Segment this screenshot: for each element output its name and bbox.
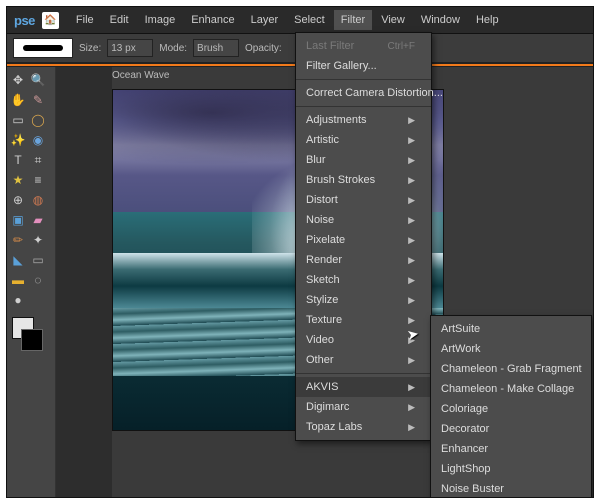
akvis-item-lightshop[interactable]: LightShop	[431, 459, 591, 479]
lasso-tool[interactable]: ◯	[29, 111, 47, 129]
cookie-cutter[interactable]: ★	[9, 171, 27, 189]
tool-panel: ✥🔍✋✎▭◯✨◉T⌗★≡⊕◍▣▰✏✦◣▭▬◌●	[7, 67, 56, 497]
filter-item-render[interactable]: Render▶	[296, 250, 431, 270]
eraser-tool[interactable]: ▰	[29, 211, 47, 229]
type-tool[interactable]: T	[9, 151, 27, 169]
eyedropper-tool[interactable]: ✎	[29, 91, 47, 109]
filter-item-sketch[interactable]: Sketch▶	[296, 270, 431, 290]
submenu-arrow-icon: ▶	[408, 235, 415, 246]
menu-enhance[interactable]: Enhance	[184, 10, 241, 30]
mode-label: Mode:	[159, 43, 187, 54]
submenu-arrow-icon: ▶	[408, 215, 415, 226]
filter-item-distort[interactable]: Distort▶	[296, 190, 431, 210]
submenu-arrow-icon: ▶	[408, 335, 415, 346]
filter-item-stylize[interactable]: Stylize▶	[296, 290, 431, 310]
menu-help[interactable]: Help	[469, 10, 506, 30]
mode-field[interactable]: Brush	[193, 39, 239, 57]
filter-item-pixelate[interactable]: Pixelate▶	[296, 230, 431, 250]
healing-tool[interactable]: ◍	[29, 191, 47, 209]
submenu-arrow-icon: ▶	[408, 135, 415, 146]
submenu-arrow-icon: ▶	[408, 175, 415, 186]
opacity-label: Opacity:	[245, 43, 282, 54]
filter-item-artistic[interactable]: Artistic▶	[296, 130, 431, 150]
selection-brush[interactable]: ◉	[29, 131, 47, 149]
submenu-arrow-icon: ▶	[408, 355, 415, 366]
filter-item-akvis[interactable]: AKVIS▶	[296, 377, 431, 397]
gradient-tool[interactable]: ▭	[29, 251, 47, 269]
shape-tool[interactable]: ▬	[9, 271, 27, 289]
filter-item-last-filter: Last FilterCtrl+F	[296, 36, 431, 56]
submenu-arrow-icon: ▶	[408, 195, 415, 206]
submenu-arrow-icon: ▶	[408, 295, 415, 306]
move-tool[interactable]: ✥	[9, 71, 27, 89]
brush-tool[interactable]: ✏	[9, 231, 27, 249]
akvis-item-decorator[interactable]: Decorator	[431, 419, 591, 439]
size-field[interactable]: 13 px	[107, 39, 153, 57]
submenu-arrow-icon: ▶	[408, 422, 415, 433]
filter-menu-dropdown: Last FilterCtrl+FFilter Gallery... Correc…	[295, 32, 432, 441]
filter-item-topaz-labs[interactable]: Topaz Labs▶	[296, 417, 431, 437]
menubar: FileEditImageEnhanceLayerSelectFilterVie…	[69, 10, 506, 30]
filter-item-brush-strokes[interactable]: Brush Strokes▶	[296, 170, 431, 190]
app-window: pse 🏠 FileEditImageEnhanceLayerSelectFil…	[6, 6, 594, 498]
menu-file[interactable]: File	[69, 10, 101, 30]
menu-select[interactable]: Select	[287, 10, 332, 30]
menu-window[interactable]: Window	[414, 10, 467, 30]
filter-item-correct-camera-distortion-[interactable]: Correct Camera Distortion...	[296, 83, 431, 103]
bg-swatch[interactable]	[21, 329, 43, 351]
submenu-arrow-icon: ▶	[408, 275, 415, 286]
blur-tool[interactable]: ◌	[29, 271, 47, 289]
size-label: Size:	[79, 43, 101, 54]
straighten-tool[interactable]: ≡	[29, 171, 47, 189]
app-logo: pse	[11, 13, 38, 28]
akvis-item-artwork[interactable]: ArtWork	[431, 339, 591, 359]
wand-tool[interactable]: ✨	[9, 131, 27, 149]
submenu-arrow-icon: ▶	[408, 115, 415, 126]
akvis-item-chameleon-make-collage[interactable]: Chameleon - Make Collage	[431, 379, 591, 399]
submenu-arrow-icon: ▶	[408, 255, 415, 266]
menu-image[interactable]: Image	[138, 10, 183, 30]
menu-layer[interactable]: Layer	[244, 10, 286, 30]
crop-tool[interactable]: ⌗	[29, 151, 47, 169]
submenu-arrow-icon: ▶	[408, 315, 415, 326]
submenu-arrow-icon: ▶	[408, 155, 415, 166]
menu-filter[interactable]: Filter	[334, 10, 372, 30]
akvis-item-coloriage[interactable]: Coloriage	[431, 399, 591, 419]
filter-item-blur[interactable]: Blur▶	[296, 150, 431, 170]
document-tab[interactable]: Ocean Wave	[112, 70, 169, 81]
filter-item-adjustments[interactable]: Adjustments▶	[296, 110, 431, 130]
smart-brush[interactable]: ✦	[29, 231, 47, 249]
akvis-submenu: ArtSuiteArtWorkChameleon - Grab Fragment…	[430, 315, 592, 498]
zoom-tool[interactable]: 🔍	[29, 71, 47, 89]
menu-edit[interactable]: Edit	[103, 10, 136, 30]
marquee-tool[interactable]: ▭	[9, 111, 27, 129]
akvis-item-artsuite[interactable]: ArtSuite	[431, 319, 591, 339]
sponge-tool[interactable]: ●	[9, 291, 27, 309]
titlebar: pse 🏠 FileEditImageEnhanceLayerSelectFil…	[7, 7, 593, 34]
bucket-tool[interactable]: ◣	[9, 251, 27, 269]
filter-item-texture[interactable]: Texture▶	[296, 310, 431, 330]
submenu-arrow-icon: ▶	[408, 402, 415, 413]
redeye-tool[interactable]: ⊕	[9, 191, 27, 209]
brush-preview[interactable]	[13, 38, 73, 58]
filter-item-digimarc[interactable]: Digimarc▶	[296, 397, 431, 417]
akvis-item-enhancer[interactable]: Enhancer	[431, 439, 591, 459]
home-icon[interactable]: 🏠	[42, 12, 59, 29]
akvis-item-noise-buster[interactable]: Noise Buster	[431, 479, 591, 498]
hand-tool[interactable]: ✋	[9, 91, 27, 109]
filter-item-filter-gallery-[interactable]: Filter Gallery...	[296, 56, 431, 76]
clone-tool[interactable]: ▣	[9, 211, 27, 229]
filter-item-other[interactable]: Other▶	[296, 350, 431, 370]
submenu-arrow-icon: ▶	[408, 382, 415, 393]
filter-item-video[interactable]: Video▶	[296, 330, 431, 350]
filter-item-noise[interactable]: Noise▶	[296, 210, 431, 230]
menu-view[interactable]: View	[374, 10, 412, 30]
akvis-item-chameleon-grab-fragment[interactable]: Chameleon - Grab Fragment	[431, 359, 591, 379]
